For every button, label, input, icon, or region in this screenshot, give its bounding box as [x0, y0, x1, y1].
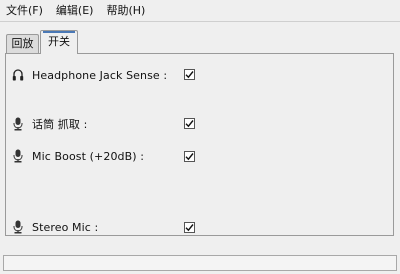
mic-capture-checkbox[interactable]	[184, 118, 195, 129]
switch-row-mic-boost: Mic Boost (+20dB) :	[12, 148, 144, 164]
tab-switches[interactable]: 开关	[40, 30, 78, 54]
switches-panel: Headphone Jack Sense : 话筒 抓取 : Mic Boost…	[5, 53, 394, 236]
menu-file[interactable]: 文件(F)	[0, 0, 50, 21]
menu-help[interactable]: 帮助(H)	[100, 0, 152, 21]
status-bar	[3, 255, 397, 271]
switch-label: Headphone Jack Sense :	[32, 68, 168, 82]
headphone-jack-sense-checkbox[interactable]	[184, 69, 195, 80]
switch-label: Mic Boost (+20dB) :	[32, 149, 145, 163]
menu-edit[interactable]: 编辑(E)	[50, 0, 101, 21]
tab-playback[interactable]: 回放	[6, 34, 39, 53]
switch-row-stereo-mic: Stereo Mic :	[12, 219, 98, 235]
microphone-icon	[12, 220, 24, 234]
headphones-icon	[12, 68, 24, 82]
switch-row-mic-capture: 话筒 抓取 :	[12, 116, 87, 132]
mic-boost-checkbox[interactable]	[184, 151, 195, 162]
microphone-icon	[12, 149, 24, 163]
menu-bar: 文件(F) 编辑(E) 帮助(H)	[0, 0, 400, 22]
stereo-mic-checkbox[interactable]	[184, 222, 195, 233]
switch-row-headphone-jack-sense: Headphone Jack Sense :	[12, 67, 167, 83]
switch-label: 话筒 抓取 :	[32, 118, 88, 131]
microphone-icon	[12, 117, 24, 131]
switch-label: Stereo Mic :	[32, 220, 99, 234]
